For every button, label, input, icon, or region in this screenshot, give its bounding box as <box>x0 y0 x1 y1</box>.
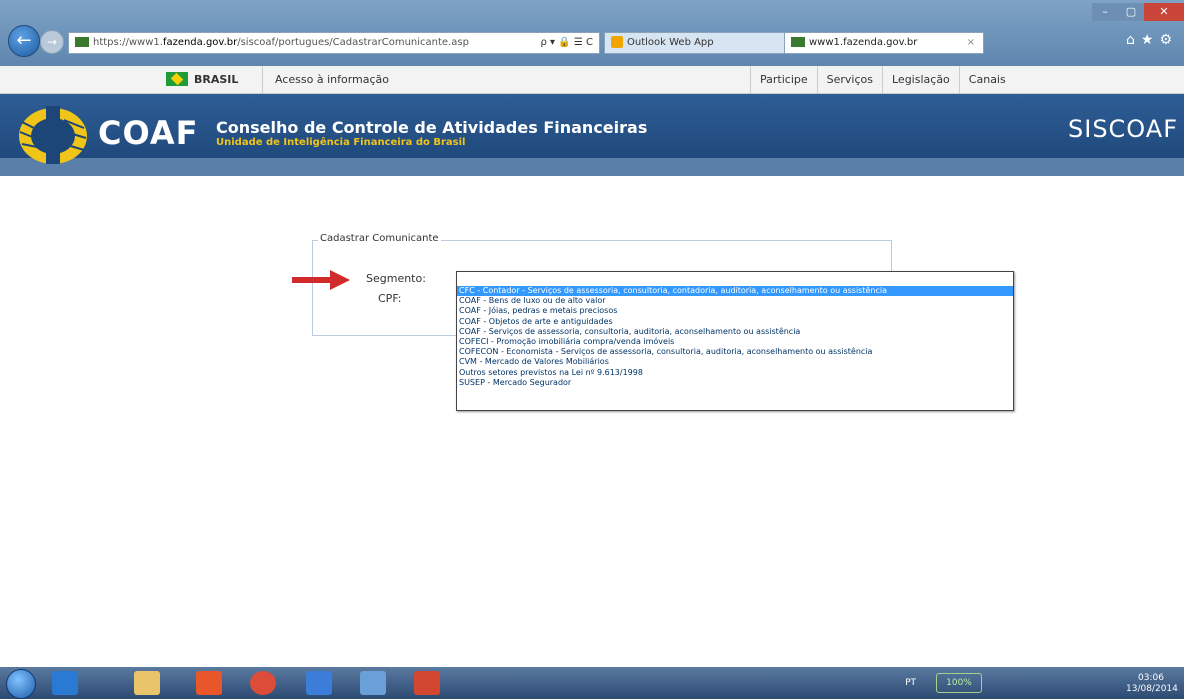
segmento-option[interactable]: SUSEP - Mercado Segurador <box>457 378 1013 388</box>
org-title: Conselho de Controle de Atividades Finan… <box>216 118 648 137</box>
segmento-option[interactable]: COFECI - Promoção imobiliária compra/ven… <box>457 337 1013 347</box>
internet-explorer-icon[interactable] <box>52 671 78 695</box>
site-favicon-icon <box>791 37 805 47</box>
tab-label: www1.fazenda.gov.br <box>809 37 918 48</box>
org-subtitle: Unidade de Inteligência Financeira do Br… <box>216 137 466 148</box>
segmento-option[interactable]: COAF - Serviços de assessoria, consultor… <box>457 327 1013 337</box>
battery-indicator[interactable]: 100% <box>936 673 982 693</box>
home-icon[interactable]: ⌂ <box>1126 32 1141 48</box>
header-strip <box>0 158 1184 176</box>
coaf-logo-icon <box>19 106 87 164</box>
segmento-option[interactable]: COAF - Jóias, pedras e metais preciosos <box>457 306 1013 316</box>
segmento-label: Segmento: <box>366 272 426 285</box>
nav-participe[interactable]: Participe <box>750 66 817 93</box>
powerpoint-icon[interactable] <box>414 671 440 695</box>
gov-bar: BRASIL Acesso à informação Participe Serv… <box>0 66 1184 94</box>
forward-button[interactable]: → <box>40 30 64 54</box>
fieldset-legend: Cadastrar Comunicante <box>318 233 441 244</box>
media-player-icon[interactable] <box>196 671 222 695</box>
tab-close-icon[interactable]: × <box>967 33 975 53</box>
nav-canais[interactable]: Canais <box>958 66 1015 93</box>
segmento-option[interactable]: CFC - Contador - Serviços de assessoria,… <box>457 286 1013 297</box>
system-name: SISCOAF <box>1068 115 1178 143</box>
minimize-button[interactable]: – <box>1092 3 1118 21</box>
outlook-icon <box>611 36 623 48</box>
segmento-option[interactable]: Outros setores previstos na Lei nº 9.613… <box>457 368 1013 378</box>
browser-chrome: – ▢ ✕ ← → https://www1.fazenda.gov.br/sisc… <box>0 0 1184 66</box>
tab-fazenda[interactable]: www1.fazenda.gov.br × <box>784 32 984 54</box>
gov-nav: Participe Serviços Legislação Canais <box>750 66 1015 93</box>
tab-outlook[interactable]: Outlook Web App <box>604 32 788 54</box>
network-app-icon[interactable] <box>360 671 386 695</box>
segmento-option[interactable]: COAF - Objetos de arte e antiguidades <box>457 317 1013 327</box>
window-controls: – ▢ ✕ <box>1092 0 1184 21</box>
close-button[interactable]: ✕ <box>1144 3 1184 21</box>
coaf-logo-text: COAF <box>98 114 199 152</box>
red-arrow-icon <box>292 270 350 290</box>
dropdown-current-value[interactable] <box>457 272 1013 286</box>
brazil-flag-icon <box>166 72 188 86</box>
segmento-option[interactable]: CVM - Mercado de Valores Mobiliários <box>457 357 1013 367</box>
segmento-option[interactable]: COFECON - Economista - Serviços de asses… <box>457 347 1013 357</box>
start-button-icon[interactable] <box>6 669 36 699</box>
back-button[interactable]: ← <box>8 25 40 57</box>
settings-gear-icon[interactable]: ⚙ <box>1159 32 1178 48</box>
nav-servicos[interactable]: Serviços <box>816 66 882 93</box>
site-favicon-icon <box>75 37 89 47</box>
url-path: /siscoaf/portugues/CadastrarComunicante.… <box>237 37 469 48</box>
maximize-button[interactable]: ▢ <box>1118 3 1144 21</box>
clock-time: 03:06 <box>1138 673 1164 683</box>
file-explorer-icon[interactable] <box>134 671 160 695</box>
app-icon[interactable] <box>306 671 332 695</box>
tab-label: Outlook Web App <box>627 37 714 48</box>
clock-date: 13/08/2014 <box>1126 684 1178 694</box>
nav-legislacao[interactable]: Legislação <box>882 66 959 93</box>
address-controls[interactable]: ρ ▾ 🔒 ☰ C <box>541 33 593 53</box>
acesso-informacao-link[interactable]: Acesso à informação <box>262 66 389 93</box>
segmento-dropdown-list[interactable]: CFC - Contador - Serviços de assessoria,… <box>456 271 1014 411</box>
clock[interactable]: 03:06 13/08/2014 <box>1126 673 1178 695</box>
language-indicator[interactable]: PT <box>905 678 916 688</box>
segmento-option[interactable]: COAF - Bens de luxo ou de alto valor <box>457 296 1013 306</box>
cpf-label: CPF: <box>378 292 402 305</box>
favorites-star-icon[interactable]: ★ <box>1141 32 1160 48</box>
url-prefix: https://www1. <box>93 37 163 48</box>
browser-toolbar-icons: ⌂★⚙ <box>1126 32 1178 48</box>
url-host: fazenda.gov.br <box>162 37 238 48</box>
brasil-link[interactable]: BRASIL <box>194 66 238 93</box>
address-bar[interactable]: https://www1.fazenda.gov.br/siscoaf/port… <box>68 32 600 54</box>
chrome-icon[interactable] <box>250 671 276 695</box>
windows-taskbar: PT 100% 03:06 13/08/2014 <box>0 667 1184 699</box>
